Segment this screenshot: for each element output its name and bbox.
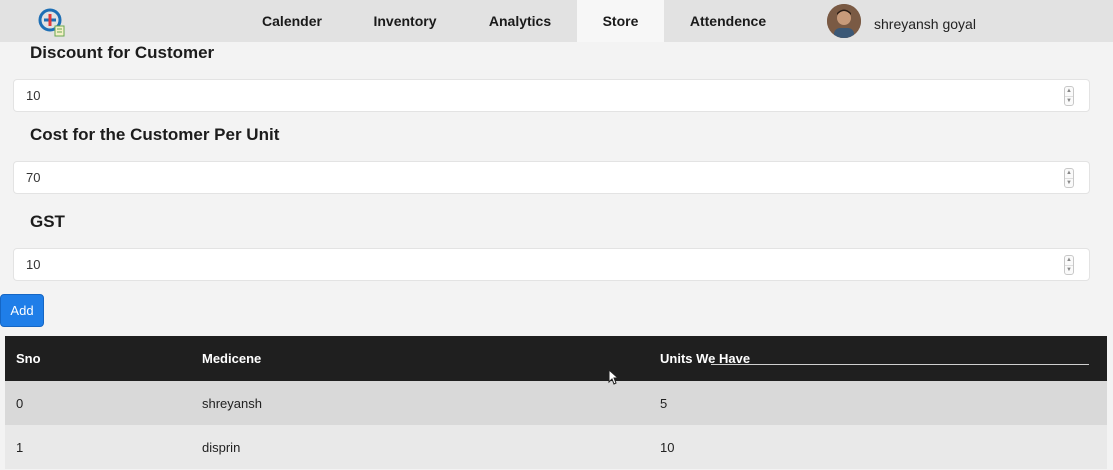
cost-input[interactable]: 70 ▲ ▼: [13, 161, 1090, 194]
nav-store[interactable]: Store: [577, 0, 664, 42]
stepper-down-icon[interactable]: ▼: [1065, 265, 1073, 274]
cell-sno: 0: [16, 395, 24, 411]
user-avatar-icon: [827, 4, 861, 38]
cost-label: Cost for the Customer Per Unit: [30, 125, 280, 144]
nav-calender[interactable]: Calender: [246, 0, 338, 42]
column-header-medicene: Medicene: [202, 351, 262, 366]
stepper-down-icon[interactable]: ▼: [1065, 96, 1073, 105]
mouse-cursor-icon: [608, 369, 618, 385]
column-header-units: Units We Have: [660, 351, 751, 366]
cell-units: 5: [660, 395, 668, 411]
stepper-up-icon[interactable]: ▲: [1065, 256, 1073, 265]
column-header-sno: Sno: [16, 351, 41, 366]
add-button[interactable]: Add: [0, 294, 44, 327]
cost-value: 70: [26, 170, 41, 185]
discount-label: Discount for Customer: [30, 43, 215, 62]
discount-stepper[interactable]: ▲ ▼: [1064, 86, 1074, 106]
nav-inventory[interactable]: Inventory: [358, 0, 452, 42]
cell-units: 10: [660, 439, 675, 455]
stepper-up-icon[interactable]: ▲: [1065, 169, 1073, 178]
cell-sno: 1: [16, 439, 24, 455]
top-navbar: Calender Inventory Analytics Store Atten…: [0, 0, 1113, 42]
gst-value: 10: [26, 257, 41, 272]
discount-value: 10: [26, 88, 41, 103]
table-row[interactable]: 1 disprin 10: [5, 425, 1107, 469]
discount-input[interactable]: 10 ▲ ▼: [13, 79, 1090, 112]
stepper-down-icon[interactable]: ▼: [1065, 178, 1073, 187]
medicine-table: Sno Medicene Units We Have 0 shreyansh 5…: [5, 336, 1107, 469]
cell-medicene: disprin: [202, 439, 241, 455]
cost-stepper[interactable]: ▲ ▼: [1064, 168, 1074, 188]
table-row[interactable]: 0 shreyansh 5: [5, 381, 1107, 425]
app-logo-icon[interactable]: [38, 8, 66, 38]
gst-label: GST: [30, 212, 65, 231]
cell-medicene: shreyansh: [202, 395, 262, 411]
gst-input[interactable]: 10 ▲ ▼: [13, 248, 1090, 281]
user-name[interactable]: shreyansh goyal: [874, 0, 976, 48]
stepper-up-icon[interactable]: ▲: [1065, 87, 1073, 96]
table-header: Sno Medicene Units We Have: [5, 336, 1107, 381]
nav-analytics[interactable]: Analytics: [472, 0, 568, 42]
avatar[interactable]: [827, 4, 861, 38]
gst-stepper[interactable]: ▲ ▼: [1064, 255, 1074, 275]
header-divider: [711, 364, 1089, 365]
nav-attendence[interactable]: Attendence: [676, 0, 780, 42]
